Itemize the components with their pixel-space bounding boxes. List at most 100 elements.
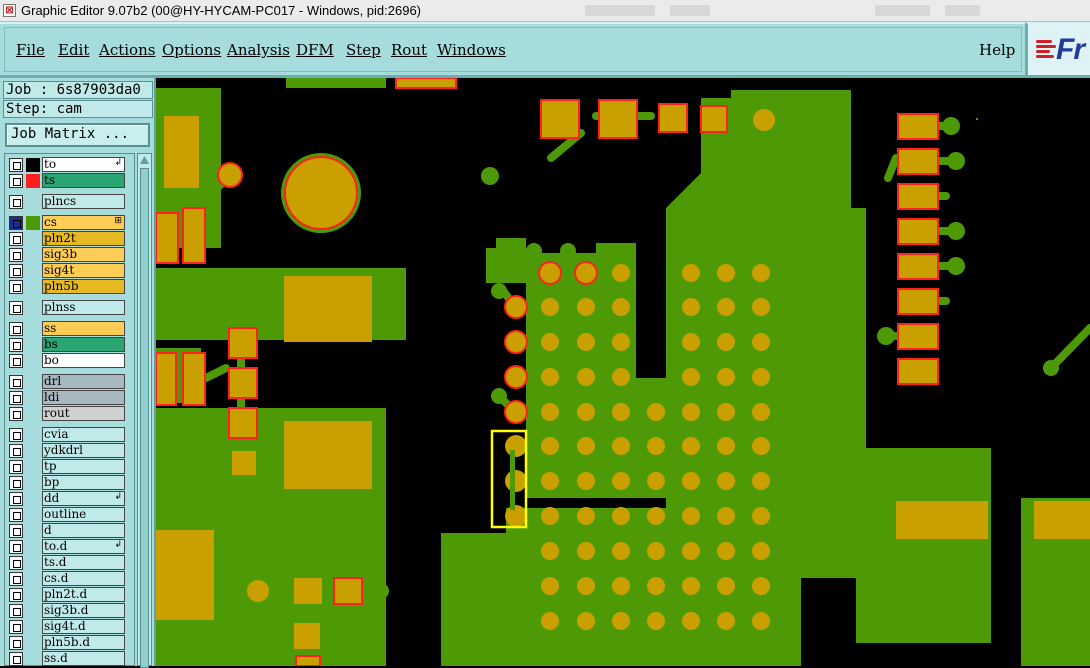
layer-checkbox[interactable]	[9, 338, 23, 352]
layer-name[interactable]: pln5b	[42, 279, 125, 294]
menu-dfm[interactable]: DFM	[296, 41, 334, 59]
layer-name[interactable]: to ↲	[42, 157, 125, 172]
layer-name[interactable]: pln5b.d	[42, 635, 125, 650]
layer-checkbox[interactable]	[9, 460, 23, 474]
menu-step[interactable]: Step	[346, 41, 381, 59]
bga-pad[interactable]	[647, 542, 665, 560]
bga-pad[interactable]	[682, 472, 700, 490]
layer-name[interactable]: plnss	[42, 300, 125, 315]
bga-pad[interactable]	[612, 542, 630, 560]
layer-name[interactable]: ss	[42, 321, 125, 336]
bga-pad[interactable]	[682, 437, 700, 455]
layer-checkbox[interactable]	[9, 444, 23, 458]
bga-pad[interactable]	[682, 612, 700, 630]
layer-row-sig3b-d[interactable]: sig3b.d	[7, 603, 127, 618]
layer-color-swatch[interactable]	[26, 248, 40, 262]
bga-pad[interactable]	[612, 612, 630, 630]
layer-name[interactable]: sig3b	[42, 247, 125, 262]
layer-name[interactable]: d	[42, 523, 125, 538]
layer-name[interactable]: ts.d	[42, 555, 125, 570]
bga-pad[interactable]	[682, 507, 700, 525]
layer-row-dd[interactable]: dd ↲	[7, 491, 127, 506]
bga-pad[interactable]	[577, 437, 595, 455]
layer-name[interactable]: sig4t	[42, 263, 125, 278]
layer-name[interactable]: ldi	[42, 390, 125, 405]
layer-color-swatch[interactable]	[26, 572, 40, 586]
layer-checkbox[interactable]	[9, 195, 23, 209]
layer-name[interactable]: dd ↲	[42, 491, 125, 506]
layer-row-cs-d[interactable]: cs.d	[7, 571, 127, 586]
bga-pad[interactable]	[541, 368, 559, 386]
layer-checkbox[interactable]	[9, 391, 23, 405]
bga-pad[interactable]	[612, 577, 630, 595]
layer-row-to[interactable]: to ↲	[7, 157, 127, 172]
bga-pad[interactable]	[647, 437, 665, 455]
layer-checkbox[interactable]	[9, 524, 23, 538]
layer-color-swatch[interactable]	[26, 158, 40, 172]
menu-actions[interactable]: Actions	[99, 41, 155, 59]
bga-pad[interactable]	[682, 577, 700, 595]
bga-pad[interactable]	[541, 437, 559, 455]
menu-windows[interactable]: Windows	[437, 41, 506, 59]
bga-pad[interactable]	[647, 403, 665, 421]
layer-list-scrollbar[interactable]	[137, 153, 152, 668]
layer-color-swatch[interactable]	[26, 476, 40, 490]
layer-checkbox[interactable]	[9, 264, 23, 278]
layer-row-cs[interactable]: cs ⊞	[7, 215, 127, 230]
layer-row-ts[interactable]: ts	[7, 173, 127, 188]
bga-pad[interactable]	[612, 333, 630, 351]
pcb-canvas[interactable]	[156, 78, 1090, 666]
layer-row-ss[interactable]: ss	[7, 321, 127, 336]
bga-pad[interactable]	[752, 403, 770, 421]
bga-pad[interactable]	[717, 542, 735, 560]
layer-name[interactable]: rout	[42, 406, 125, 421]
layer-row-plncs[interactable]: plncs	[7, 194, 127, 209]
layer-name[interactable]: tp	[42, 459, 125, 474]
layer-checkbox[interactable]	[9, 280, 23, 294]
bga-pad[interactable]	[612, 298, 630, 316]
bga-pad[interactable]	[612, 264, 630, 282]
bga-pad[interactable]	[682, 542, 700, 560]
menu-help[interactable]: Help	[979, 41, 1015, 59]
layer-row-cvia[interactable]: cvia	[7, 427, 127, 442]
layer-checkbox[interactable]	[9, 301, 23, 315]
bga-pad[interactable]	[717, 298, 735, 316]
layer-checkbox[interactable]	[9, 216, 23, 230]
bga-pad[interactable]	[612, 403, 630, 421]
board-graphics[interactable]	[156, 78, 1090, 666]
layer-name[interactable]: bp	[42, 475, 125, 490]
layer-color-swatch[interactable]	[26, 232, 40, 246]
layer-checkbox[interactable]	[9, 652, 23, 666]
layer-checkbox[interactable]	[9, 158, 23, 172]
bga-pad[interactable]	[541, 403, 559, 421]
layer-row-plnss[interactable]: plnss	[7, 300, 127, 315]
layer-name[interactable]: sig4t.d	[42, 619, 125, 634]
layer-checkbox[interactable]	[9, 407, 23, 421]
bga-pad[interactable]	[682, 298, 700, 316]
layer-checkbox[interactable]	[9, 508, 23, 522]
layer-color-swatch[interactable]	[26, 354, 40, 368]
bga-pad[interactable]	[752, 577, 770, 595]
bga-pad[interactable]	[577, 507, 595, 525]
layer-row-ldi[interactable]: ldi	[7, 390, 127, 405]
layer-color-swatch[interactable]	[26, 508, 40, 522]
layer-name[interactable]: pln2t	[42, 231, 125, 246]
layer-color-swatch[interactable]	[26, 174, 40, 188]
menu-options[interactable]: Options	[162, 41, 221, 59]
layer-color-swatch[interactable]	[26, 264, 40, 278]
bga-pad[interactable]	[541, 298, 559, 316]
menu-file[interactable]: File	[16, 41, 45, 59]
scroll-up-arrow-icon[interactable]	[139, 155, 150, 166]
layer-color-swatch[interactable]	[26, 540, 40, 554]
bga-pad[interactable]	[577, 333, 595, 351]
layer-checkbox[interactable]	[9, 492, 23, 506]
layer-row-bs[interactable]: bs	[7, 337, 127, 352]
bga-pad[interactable]	[717, 403, 735, 421]
bga-pad[interactable]	[541, 612, 559, 630]
layer-name[interactable]: ss.d	[42, 651, 125, 666]
bga-pad[interactable]	[717, 507, 735, 525]
layer-color-swatch[interactable]	[26, 216, 40, 230]
layer-name[interactable]: plncs	[42, 194, 125, 209]
bga-pad[interactable]	[752, 264, 770, 282]
layer-row-to-d[interactable]: to.d ↲	[7, 539, 127, 554]
